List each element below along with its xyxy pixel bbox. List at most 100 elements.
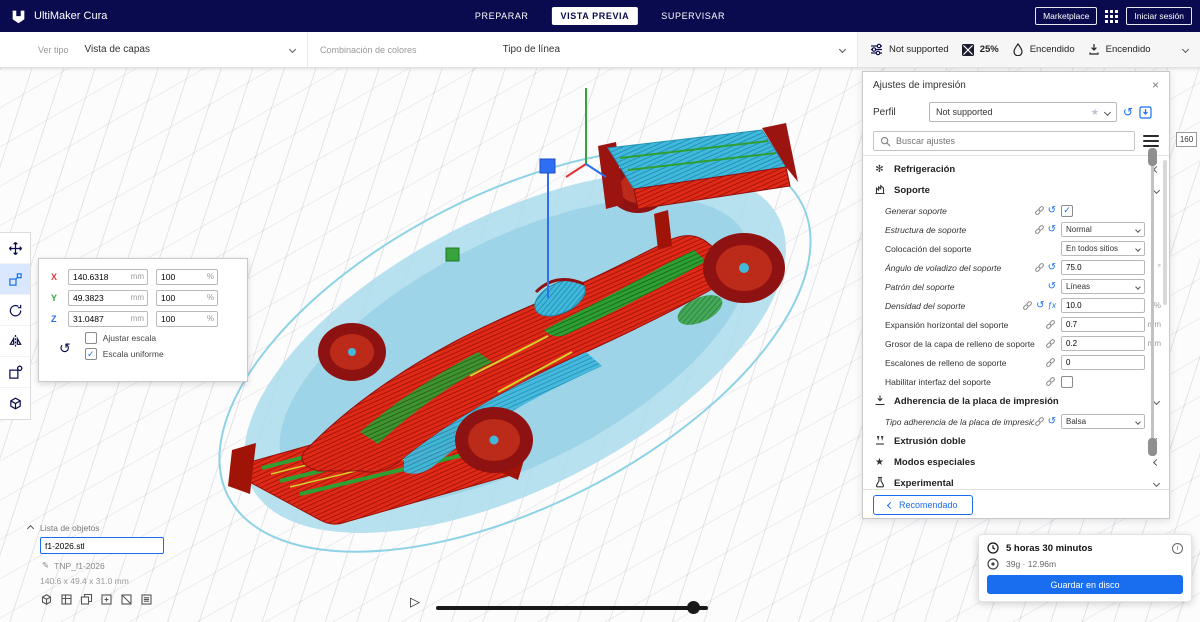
fan-icon: ✻ bbox=[875, 163, 884, 175]
info-icon[interactable]: i bbox=[1172, 542, 1183, 554]
revert-icon[interactable]: ↺ bbox=[1048, 281, 1056, 292]
recommended-mode-button[interactable]: Recomendado bbox=[873, 495, 973, 515]
support-horizontal-expansion-input[interactable] bbox=[1061, 317, 1145, 332]
setting-row[interactable]: Patrón del soporte ↺ Líneas bbox=[863, 277, 1169, 296]
apps-grid-icon[interactable] bbox=[1105, 9, 1119, 23]
app-header: UltiMaker Cura PREPARAR VISTA PREVIA SUP… bbox=[0, 0, 1200, 32]
wheel-rear-right bbox=[703, 233, 785, 303]
setting-row[interactable]: Colocación del soporte En todos sitios bbox=[863, 239, 1169, 258]
section-experimental[interactable]: Experimental bbox=[863, 473, 1169, 489]
star-icon: ★ bbox=[1090, 106, 1099, 117]
tab-preview[interactable]: VISTA PREVIA bbox=[551, 7, 639, 25]
support-interface-checkbox[interactable] bbox=[1061, 375, 1073, 388]
move-tool-button[interactable] bbox=[0, 233, 30, 264]
move-icon bbox=[8, 241, 22, 255]
simulation-slider-handle[interactable] bbox=[687, 601, 700, 614]
object-action-icon[interactable] bbox=[40, 593, 53, 606]
uniform-scaling-checkbox[interactable]: ✓ bbox=[84, 348, 97, 360]
revert-icon[interactable]: ↺ bbox=[1048, 416, 1056, 427]
play-button[interactable]: ▷ bbox=[410, 595, 420, 608]
settings-menu-icon[interactable] bbox=[1143, 134, 1159, 147]
scale-row-x: X mm % bbox=[51, 269, 247, 285]
edit-icon: ✎ bbox=[42, 560, 50, 570]
link-icon bbox=[1023, 301, 1033, 310]
chevron-down-icon bbox=[1152, 397, 1161, 406]
revert-icon[interactable]: ↺ bbox=[1036, 300, 1044, 311]
snap-scaling-checkbox[interactable] bbox=[84, 332, 97, 344]
reset-profile-button[interactable]: ↺ bbox=[1123, 106, 1133, 118]
object-action-icon[interactable] bbox=[140, 593, 153, 606]
revert-icon[interactable]: ↺ bbox=[1048, 262, 1056, 273]
save-to-disk-button[interactable]: Guardar en disco bbox=[987, 575, 1183, 594]
revert-icon[interactable]: ↺ bbox=[1048, 224, 1056, 235]
simulation-slider-track[interactable] bbox=[436, 606, 708, 610]
settings-scrollbar[interactable] bbox=[1163, 160, 1167, 305]
object-action-icon[interactable] bbox=[120, 593, 133, 606]
profile-select[interactable]: Not supported ★ bbox=[929, 102, 1117, 122]
chevron-down-icon bbox=[1152, 479, 1161, 488]
support-density-input[interactable] bbox=[1061, 298, 1145, 313]
support-infill-layer-thickness-input[interactable] bbox=[1061, 336, 1145, 351]
dual-extrusion-icon bbox=[873, 434, 886, 449]
printer-config-summary[interactable]: Not supported 25% Encendido Encendido bbox=[858, 32, 1200, 67]
object-action-icon[interactable] bbox=[80, 593, 93, 606]
gizmo-y-handle[interactable] bbox=[445, 247, 460, 262]
setting-row[interactable]: Ángulo de voladizo del soporte ↺ ° bbox=[863, 258, 1169, 277]
color-scheme-select[interactable]: Combinación de colores Tipo de línea bbox=[308, 32, 858, 67]
support-placement-select[interactable]: En todos sitios bbox=[1061, 241, 1145, 256]
section-support[interactable]: Soporte bbox=[863, 180, 1169, 201]
section-dual-extrusion[interactable]: Extrusión doble bbox=[863, 431, 1169, 452]
view-type-select[interactable]: Ver tipo Vista de capas bbox=[0, 32, 308, 67]
support-infill-steps-input[interactable] bbox=[1061, 355, 1145, 370]
snap-scaling-option[interactable]: Ajustar escala bbox=[84, 332, 164, 344]
link-icon bbox=[1034, 225, 1044, 234]
mirror-tool-button[interactable] bbox=[0, 326, 30, 357]
section-special-modes[interactable]: ★ Modos especiales bbox=[863, 452, 1169, 473]
layer-slider-track[interactable] bbox=[1151, 150, 1154, 456]
support-overhang-angle-input[interactable] bbox=[1061, 260, 1145, 275]
chevron-up-icon bbox=[26, 524, 35, 532]
setting-row[interactable]: Tipo adherencia de la placa de impresión… bbox=[863, 412, 1169, 431]
scale-icon bbox=[8, 272, 22, 286]
viewport-3d[interactable]: X mm % Y mm % Z mm % ↺ Ajustar escala ✓ … bbox=[0, 68, 1200, 622]
gizmo-z-handle[interactable] bbox=[539, 158, 556, 174]
layer-slider-top-handle[interactable] bbox=[1148, 148, 1157, 166]
sign-in-button[interactable]: Iniciar sesión bbox=[1126, 7, 1192, 25]
object-action-icon[interactable] bbox=[60, 593, 73, 606]
world-axes-indicator bbox=[565, 88, 607, 178]
scale-tool-button[interactable] bbox=[0, 264, 30, 295]
reset-scale-button[interactable]: ↺ bbox=[59, 336, 71, 360]
save-profile-button[interactable] bbox=[1139, 105, 1152, 119]
support-structure-select[interactable]: Normal bbox=[1061, 222, 1145, 237]
close-icon[interactable]: × bbox=[1152, 79, 1159, 91]
settings-search-box[interactable] bbox=[873, 130, 1135, 151]
setting-row[interactable]: Grosor de la capa de relleno de soporte … bbox=[863, 334, 1169, 353]
object-name-input[interactable] bbox=[40, 537, 164, 554]
section-adhesion[interactable]: Adherencia de la placa de impresión bbox=[863, 391, 1169, 412]
layer-slider-bottom-handle[interactable] bbox=[1148, 438, 1157, 456]
wheel-front-right bbox=[455, 407, 533, 473]
setting-row[interactable]: Habilitar interfaz del soporte bbox=[863, 372, 1169, 391]
setting-row[interactable]: Estructura de soporte ↺ Normal bbox=[863, 220, 1169, 239]
object-action-icon[interactable] bbox=[100, 593, 113, 606]
layer-number-box[interactable]: 160 bbox=[1176, 132, 1197, 147]
setting-row[interactable]: Densidad del soporte ↺ƒx % bbox=[863, 296, 1169, 315]
rotate-tool-button[interactable] bbox=[0, 295, 30, 326]
adhesion-type-select[interactable]: Balsa bbox=[1061, 414, 1145, 429]
settings-search-input[interactable] bbox=[874, 131, 1134, 150]
per-model-settings-button[interactable] bbox=[0, 357, 30, 388]
setting-row[interactable]: Expansión horizontal del soporte mm bbox=[863, 315, 1169, 334]
setting-row[interactable]: Generar soporte ↺ ✓ bbox=[863, 201, 1169, 220]
support-blocker-button[interactable] bbox=[0, 388, 30, 419]
setting-row[interactable]: Escalones de relleno de soporte bbox=[863, 353, 1169, 372]
tab-monitor[interactable]: SUPERVISAR bbox=[652, 7, 734, 25]
section-cooling[interactable]: ✻ Refrigeración bbox=[863, 159, 1169, 180]
print-output-card: 5 horas 30 minutos i 39g · 12.96m Guarda… bbox=[978, 534, 1192, 602]
revert-icon[interactable]: ↺ bbox=[1048, 205, 1056, 216]
uniform-scaling-option[interactable]: ✓ Escala uniforme bbox=[84, 348, 164, 360]
support-pattern-select[interactable]: Líneas bbox=[1061, 279, 1145, 294]
tab-prepare[interactable]: PREPARAR bbox=[466, 7, 538, 25]
marketplace-button[interactable]: Marketplace bbox=[1035, 7, 1098, 25]
object-list-toggle[interactable]: Lista de objetos bbox=[26, 523, 100, 533]
generate-support-checkbox[interactable]: ✓ bbox=[1061, 204, 1073, 217]
